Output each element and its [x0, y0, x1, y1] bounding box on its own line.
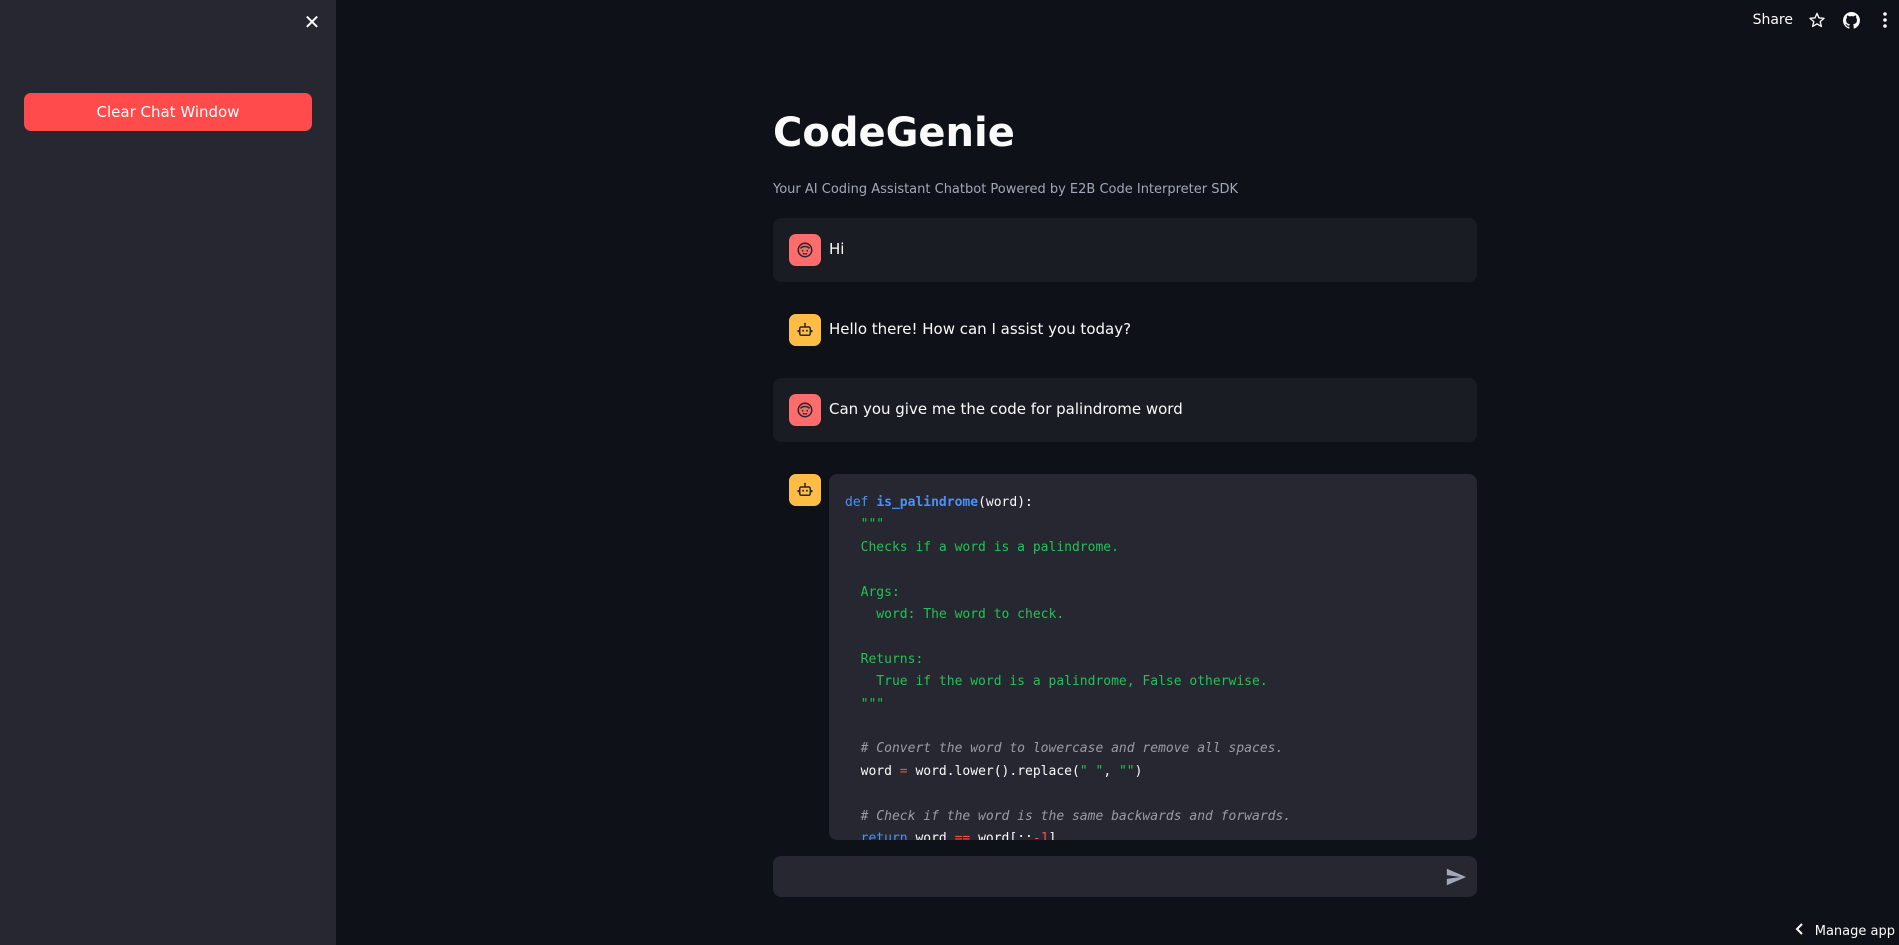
code-token: =: [899, 763, 908, 779]
code-token: " ": [1079, 763, 1104, 779]
code-line: """: [845, 696, 885, 712]
share-button[interactable]: Share: [1753, 12, 1793, 28]
manage-app-button[interactable]: Manage app: [1795, 923, 1895, 939]
code-token: ): [1134, 763, 1143, 779]
code-token: ]: [1048, 831, 1057, 840]
code-token: ,: [1103, 763, 1112, 779]
app-subtitle: Your AI Coding Assistant Chatbot Powered…: [773, 182, 1239, 197]
code-token: (word):: [978, 495, 1033, 510]
send-icon[interactable]: [1445, 866, 1467, 888]
code-line: Checks if a word is a palindrome.: [845, 539, 1119, 555]
manage-app-label: Manage app: [1814, 923, 1895, 939]
chat-message-user: Hi: [773, 218, 1477, 282]
user-avatar-icon: [789, 234, 821, 266]
code-content: def is_palindrome(word): """ Checks if a…: [829, 474, 1477, 840]
chevron-left-icon: [1795, 923, 1805, 939]
code-token: word: [915, 831, 947, 840]
code-token: word.lower().replace(: [915, 763, 1080, 779]
close-sidebar-icon[interactable]: ✕: [300, 10, 324, 34]
chat-input[interactable]: [773, 856, 1445, 897]
chat-input-bar: [773, 856, 1477, 897]
menu-icon[interactable]: [1875, 10, 1895, 30]
code-token: return: [845, 831, 908, 840]
message-text: Hi: [829, 240, 845, 258]
code-comment: # Convert the word to lowercase and remo…: [845, 741, 1284, 757]
code-line: """: [845, 517, 885, 533]
code-token: word[::: [978, 831, 1033, 840]
code-block[interactable]: def is_palindrome(word): """ Checks if a…: [829, 474, 1477, 840]
sidebar: ✕ Clear Chat Window: [0, 0, 336, 945]
code-line: Returns:: [845, 651, 924, 667]
code-token: "": [1118, 763, 1135, 779]
user-avatar-icon: [789, 394, 821, 426]
code-token: is_palindrome: [876, 495, 979, 510]
code-line: True if the word is a palindrome, False …: [845, 674, 1268, 690]
code-line: word: The word to check.: [845, 607, 1065, 623]
code-line: Args:: [845, 584, 900, 600]
chat-message-user: Can you give me the code for palindrome …: [773, 378, 1477, 442]
chat-message-assistant: Hello there! How can I assist you today?: [773, 298, 1477, 362]
bot-avatar-icon: [789, 474, 821, 506]
code-comment: # Check if the word is the same backward…: [845, 808, 1292, 824]
header-toolbar: Share: [1753, 0, 1899, 40]
code-token: def: [845, 495, 869, 510]
code-token: -1: [1032, 831, 1049, 840]
clear-chat-button[interactable]: Clear Chat Window: [24, 93, 312, 131]
message-text: Can you give me the code for palindrome …: [829, 400, 1183, 418]
message-text: Hello there! How can I assist you today?: [829, 320, 1132, 338]
star-icon[interactable]: [1807, 10, 1827, 30]
github-icon[interactable]: [1841, 10, 1861, 30]
code-token: word: [845, 763, 892, 779]
code-token: ==: [954, 831, 971, 840]
app-title: CodeGenie: [773, 110, 1015, 156]
chat-message-assistant: def is_palindrome(word): """ Checks if a…: [773, 474, 1477, 840]
bot-avatar-icon: [789, 314, 821, 346]
